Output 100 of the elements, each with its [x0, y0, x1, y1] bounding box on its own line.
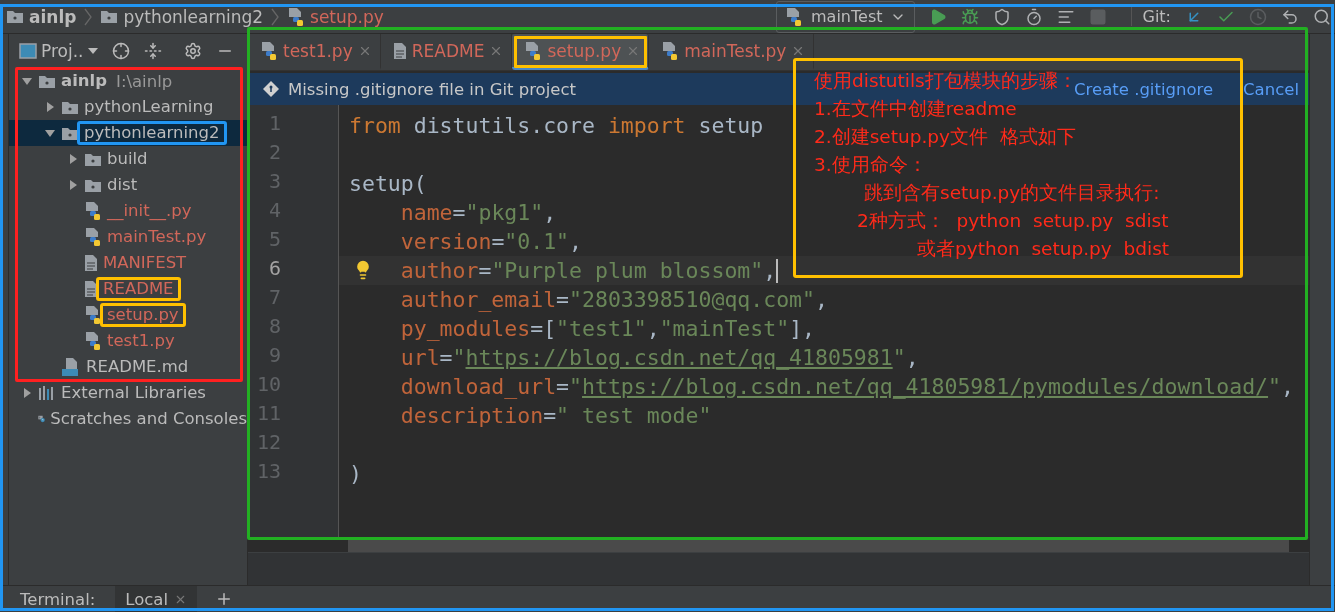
- search-icon[interactable]: [1313, 7, 1331, 26]
- git-label: Git:: [1131, 7, 1171, 26]
- code-line: author="Purple plum blossom",: [400, 257, 777, 285]
- collapse-icon[interactable]: [143, 42, 162, 60]
- tree-item-label: dist: [107, 176, 138, 194]
- code-line: py_modules=["test1","mainTest"],: [400, 315, 815, 343]
- code-line: setup(: [349, 170, 427, 198]
- tree-item-label: setup.py: [100, 303, 186, 327]
- folder-icon: [61, 99, 79, 115]
- folder-icon: [6, 9, 24, 24]
- folder-icon: [100, 9, 119, 24]
- annotation-text: 或者python setup.py bdist: [917, 237, 1170, 261]
- tree-item[interactable]: README: [9, 276, 247, 302]
- tree-item-label: README.md: [86, 358, 189, 376]
- breadcrumb-item[interactable]: pythonlearning2: [123, 6, 264, 27]
- tree-item[interactable]: pythonlearning2: [9, 120, 247, 146]
- expanded-arrow-icon[interactable]: [21, 75, 33, 87]
- tree-item-label: README: [96, 277, 181, 301]
- python-file-icon: [661, 40, 680, 61]
- tree-item[interactable]: dist: [9, 172, 247, 198]
- timer-icon[interactable]: [1025, 7, 1044, 26]
- code-line: url="https://blog.csdn.net/qq_41805981",: [400, 344, 919, 372]
- breadcrumb-separator-icon: [84, 7, 93, 26]
- tree-item-label: pythonlearning2: [77, 121, 227, 145]
- tree-item[interactable]: pythonLearning: [9, 94, 247, 120]
- caret-icon: [87, 47, 98, 55]
- tree-item-label: build: [107, 150, 148, 168]
- breadcrumb-item[interactable]: ainlp: [29, 6, 77, 27]
- tree-item[interactable]: ainlp I:\ainlp: [9, 68, 247, 94]
- tree-item-label: mainTest.py: [107, 228, 207, 246]
- run-configuration-dropdown[interactable]: mainTest: [776, 0, 916, 33]
- annotation-text: 2.创建setup.py文件 格式如下: [814, 125, 1076, 149]
- code-line: from distutils.core import setup: [349, 112, 764, 140]
- annotation-text: 2种方式： python setup.py sdist: [857, 209, 1169, 233]
- collapsed-arrow-icon[interactable]: [21, 387, 33, 399]
- markdown-file-icon: [61, 357, 81, 377]
- notification-link[interactable]: Create .gitignore: [1074, 79, 1214, 99]
- notification-link[interactable]: Cancel: [1243, 79, 1299, 99]
- tree-item-path: I:\ainlp: [116, 71, 173, 91]
- python-file-icon: [260, 40, 278, 61]
- tree-item[interactable]: setup.py: [9, 302, 247, 328]
- locate-icon[interactable]: [111, 42, 130, 60]
- annotation-text: 1.在文件中创建readme: [814, 97, 1017, 121]
- code-line: description=" test mode": [400, 402, 712, 430]
- tree-item-label: ainlp: [61, 72, 107, 90]
- annotation-text: 跳到含有setup.py的文件目录执行:: [864, 181, 1160, 205]
- tree-item-label: test1.py: [107, 332, 175, 350]
- tree-item-label: __init__.py: [107, 202, 192, 220]
- bug-icon[interactable]: [961, 7, 980, 26]
- tree-item[interactable]: build: [9, 146, 247, 172]
- collapsed-arrow-icon[interactable]: [67, 179, 79, 191]
- editor-tab[interactable]: mainTest.py: [649, 34, 815, 70]
- text-file-icon: [84, 254, 98, 272]
- python-file-icon: [84, 201, 102, 221]
- collapsed-arrow-icon[interactable]: [44, 101, 56, 113]
- tree-item[interactable]: test1.py: [9, 328, 247, 354]
- git-icon: [262, 80, 280, 98]
- folder-icon: [84, 151, 102, 167]
- folder-icon: [61, 125, 79, 141]
- breadcrumb-separator-icon: [271, 7, 280, 26]
- python-file-icon: [84, 227, 102, 247]
- shield-icon[interactable]: [993, 7, 1012, 26]
- code-line: ): [349, 460, 362, 488]
- collapsed-arrow-icon[interactable]: [67, 153, 79, 165]
- code-line: download_url="https://blog.csdn.net/qq_41805981/pymodules/download/",: [400, 373, 1294, 401]
- breadcrumb-item[interactable]: setup.py: [310, 6, 384, 27]
- folder-icon: [84, 177, 102, 193]
- text-file-icon: [84, 280, 98, 298]
- tree-item[interactable]: External Libraries: [9, 380, 247, 406]
- tree-item[interactable]: README.md: [9, 354, 247, 380]
- text-cursor: [776, 258, 779, 283]
- annotation-text: 3.使用命令：: [814, 153, 927, 177]
- python-file-icon: [84, 331, 102, 351]
- project-view-dropdown[interactable]: Proj..: [19, 41, 98, 61]
- notification-message: Missing .gitignore file in Git project: [288, 79, 576, 99]
- tree-item-label: Scratches and Consoles: [50, 410, 247, 428]
- terminal-label: Terminal:: [20, 589, 96, 609]
- tree-item-label: External Libraries: [61, 384, 206, 402]
- line-number: 6: [267, 256, 282, 282]
- python-file-icon: [84, 305, 102, 325]
- tree-item[interactable]: Scratches and Consoles: [9, 406, 247, 432]
- tree-item-label: pythonLearning: [84, 98, 214, 116]
- revert-icon[interactable]: [1281, 7, 1299, 26]
- python-file-icon: [287, 6, 306, 27]
- python-file-icon: [785, 6, 803, 27]
- text-file-icon: [392, 41, 407, 60]
- editor-tab[interactable]: test1.py: [248, 34, 381, 70]
- run-icon[interactable]: [929, 7, 948, 26]
- libraries-icon: [38, 385, 56, 401]
- code-line: author_email="2803398510@qq.com",: [400, 286, 828, 314]
- window-icon: [19, 43, 37, 59]
- code-line: name="pkg1",: [400, 199, 557, 227]
- expanded-arrow-icon[interactable]: [44, 127, 56, 139]
- tree-item-label: MANIFEST: [103, 254, 187, 272]
- tree-item[interactable]: __init__.py: [9, 198, 247, 224]
- python-file-icon: [524, 40, 543, 61]
- settings-icon[interactable]: [183, 42, 202, 60]
- tree-item[interactable]: MANIFEST: [9, 250, 247, 276]
- tree-item[interactable]: mainTest.py: [9, 224, 247, 250]
- code-line: version="0.1",: [400, 228, 582, 256]
